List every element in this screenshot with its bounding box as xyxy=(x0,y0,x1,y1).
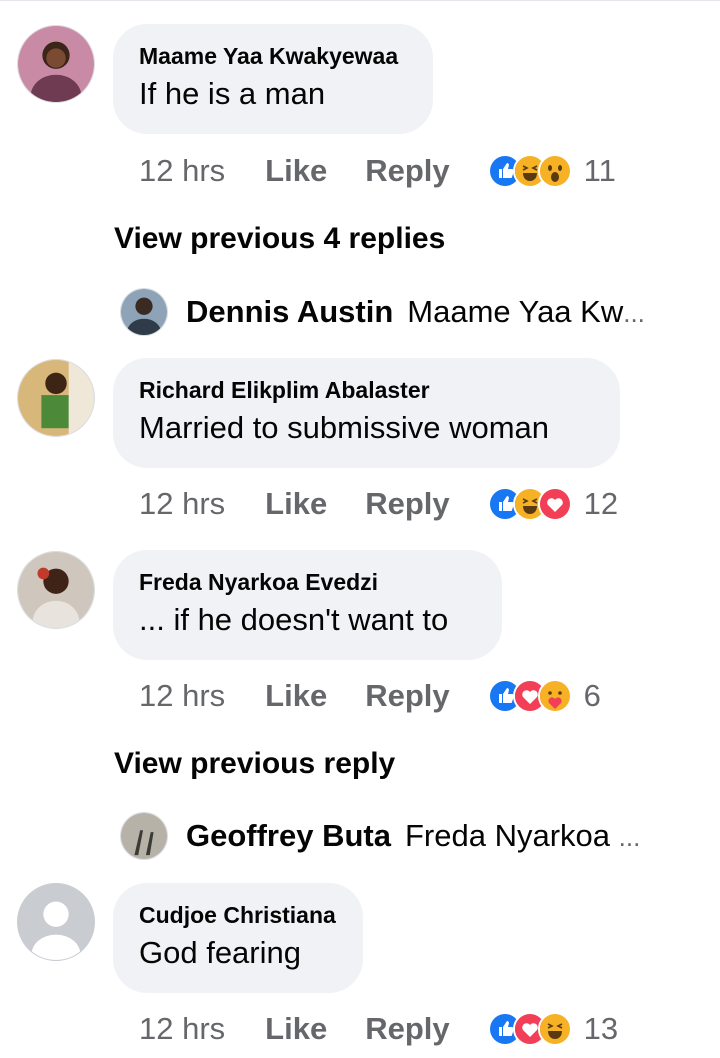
like-button[interactable]: Like xyxy=(265,1011,327,1047)
comment-actions: 12 hrs Like Reply 13 xyxy=(139,1009,618,1049)
like-button[interactable]: Like xyxy=(265,486,327,522)
reply-author: Geoffrey Buta xyxy=(186,818,391,853)
comment-actions: 12 hrs Like Reply 11 xyxy=(139,151,616,191)
default-avatar-icon xyxy=(18,884,94,960)
comment-text: If he is a man xyxy=(139,76,326,111)
reply-snippet: Maame Yaa Kw... xyxy=(407,294,645,329)
reply-button[interactable]: Reply xyxy=(365,1011,449,1047)
avatar[interactable] xyxy=(17,25,95,103)
avatar xyxy=(120,812,168,860)
avatar xyxy=(120,288,168,336)
comment-author[interactable]: Freda Nyarkoa Evedzi xyxy=(139,568,476,596)
comment-bubble: Maame Yaa Kwakyewaa If he is a man xyxy=(113,24,433,134)
reply-preview[interactable]: Dennis Austin Maame Yaa Kw... xyxy=(120,287,645,337)
reaction-count[interactable]: 13 xyxy=(584,1011,618,1047)
reaction-count[interactable]: 12 xyxy=(584,486,618,522)
comment-author[interactable]: Richard Elikplim Abalaster xyxy=(139,376,594,404)
reaction-count[interactable]: 6 xyxy=(584,678,601,714)
like-button[interactable]: Like xyxy=(265,153,327,189)
reactions-summary[interactable] xyxy=(487,1012,572,1046)
timestamp[interactable]: 12 hrs xyxy=(139,1011,225,1047)
top-divider xyxy=(0,0,720,1)
reply-button[interactable]: Reply xyxy=(365,153,449,189)
comment-author[interactable]: Maame Yaa Kwakyewaa xyxy=(139,42,407,70)
reaction-count[interactable]: 11 xyxy=(584,153,616,189)
comment-bubble: Cudjoe Christiana God fearing xyxy=(113,883,363,993)
wow-icon xyxy=(537,154,572,188)
comment-actions: 12 hrs Like Reply 6 xyxy=(139,676,601,716)
reactions-summary[interactable] xyxy=(487,154,572,188)
view-previous-replies-button[interactable]: View previous 4 replies xyxy=(114,222,445,256)
comment-actions: 12 hrs Like Reply 12 xyxy=(139,484,618,524)
avatar[interactable] xyxy=(17,551,95,629)
timestamp[interactable]: 12 hrs xyxy=(139,153,225,189)
reactions-summary[interactable] xyxy=(487,679,572,713)
timestamp[interactable]: 12 hrs xyxy=(139,486,225,522)
love-icon xyxy=(537,487,572,521)
reactions-summary[interactable] xyxy=(487,487,572,521)
timestamp[interactable]: 12 hrs xyxy=(139,678,225,714)
avatar[interactable] xyxy=(17,883,95,961)
like-button[interactable]: Like xyxy=(265,678,327,714)
view-previous-reply-button[interactable]: View previous reply xyxy=(114,747,395,781)
comment-author[interactable]: Cudjoe Christiana xyxy=(139,901,337,929)
avatar[interactable] xyxy=(17,359,95,437)
comment-text: God fearing xyxy=(139,935,301,970)
reply-button[interactable]: Reply xyxy=(365,486,449,522)
reply-preview[interactable]: Geoffrey Buta Freda Nyarkoa ... xyxy=(120,811,640,861)
comment-bubble: Richard Elikplim Abalaster Married to su… xyxy=(113,358,620,468)
reply-button[interactable]: Reply xyxy=(365,678,449,714)
comment-text: Married to submissive woman xyxy=(139,410,550,445)
reply-snippet: Freda Nyarkoa ... xyxy=(404,818,641,853)
comment-text: ... if he doesn't want to xyxy=(139,602,449,637)
care-icon xyxy=(537,679,572,713)
comment-bubble: Freda Nyarkoa Evedzi ... if he doesn't w… xyxy=(113,550,502,660)
reply-author: Dennis Austin xyxy=(186,294,394,329)
haha-icon xyxy=(537,1012,572,1046)
